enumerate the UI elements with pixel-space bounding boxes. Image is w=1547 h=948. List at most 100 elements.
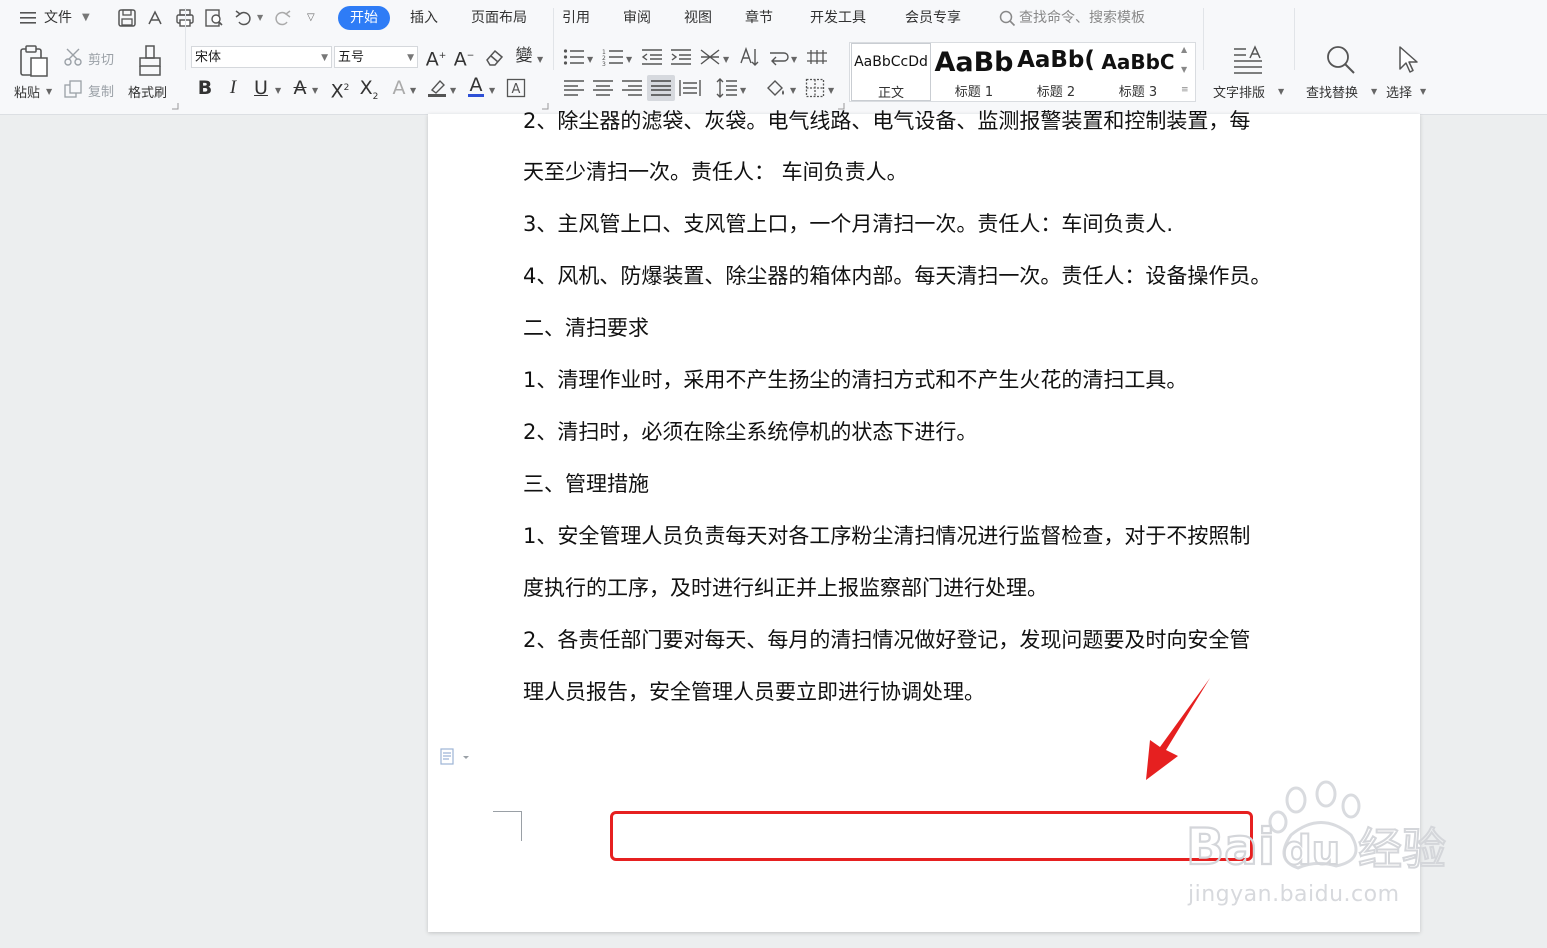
tab-developer-tools[interactable]: 开发工具 — [810, 0, 866, 36]
doc-line[interactable]: 度执行的工序，及时进行纠正并上报监察部门进行处理。 — [523, 575, 1048, 601]
superscript-icon[interactable]: X2 — [328, 77, 352, 102]
strikethrough-dropdown-icon[interactable]: ▼ — [312, 86, 318, 95]
styles-expand-icon[interactable]: ≡ — [1181, 85, 1189, 95]
text-effect-dropdown-icon[interactable]: ▼ — [410, 86, 416, 95]
font-color-dropdown-icon[interactable]: ▼ — [489, 86, 495, 95]
styles-scroll-down-icon[interactable]: ▼ — [1181, 65, 1187, 74]
save-icon[interactable] — [117, 8, 137, 28]
underline-dropdown-icon[interactable]: ▼ — [275, 86, 281, 95]
highlight-dropdown-icon[interactable]: ▼ — [450, 86, 456, 95]
font-color-icon[interactable]: A — [465, 74, 487, 96]
clipboard-launcher-icon[interactable] — [172, 103, 179, 110]
output-pdf-icon[interactable] — [145, 8, 165, 28]
command-search-input[interactable]: 查找命令、搜索模板 — [1019, 0, 1145, 36]
doc-line[interactable]: 1、安全管理人员负责每天对各工序粉尘清扫情况进行监督检查，对于不按照制 — [523, 523, 1250, 549]
decrease-indent-icon[interactable] — [641, 48, 663, 66]
select-cursor-icon[interactable] — [1397, 45, 1419, 75]
tab-view[interactable]: 视图 — [684, 0, 712, 36]
shading-dropdown-icon[interactable]: ▼ — [790, 86, 796, 95]
tab-chapter[interactable]: 章节 — [745, 0, 773, 36]
select-dropdown-icon[interactable]: ▼ — [1420, 87, 1426, 96]
shading-icon[interactable] — [765, 78, 787, 98]
text-layout-label[interactable]: 文字排版 — [1213, 82, 1265, 101]
style-normal[interactable]: AaBbCcDd 正文 — [851, 43, 931, 101]
line-spacing-icon[interactable] — [716, 77, 738, 99]
table-tools-icon[interactable] — [806, 48, 828, 66]
paragraph-mark-dropdown-icon[interactable]: ▼ — [791, 55, 797, 64]
strikethrough-icon[interactable]: A — [289, 77, 311, 99]
paste-icon[interactable] — [18, 44, 50, 78]
decrease-font-size-icon[interactable]: A− — [453, 45, 475, 70]
find-replace-dropdown-icon[interactable]: ▼ — [1371, 87, 1377, 96]
copy-label[interactable]: 复制 — [88, 81, 114, 100]
hamburger-menu-icon[interactable] — [20, 11, 36, 25]
file-menu-chevron-icon[interactable]: ▼ — [82, 0, 90, 36]
tab-home[interactable]: 开始 — [338, 6, 390, 30]
doc-line[interactable]: 天至少清扫一次。责任人： 车间负责人。 — [523, 159, 908, 185]
find-replace-label[interactable]: 查找替换 — [1306, 82, 1358, 101]
doc-line[interactable]: 2、各责任部门要对每天、每月的清扫情况做好登记，发现问题要及时向安全管 — [523, 627, 1250, 653]
phonetic-dropdown-icon[interactable]: ▼ — [537, 55, 543, 64]
doc-line[interactable]: 2、清扫时，必须在除尘系统停机的状态下进行。 — [523, 419, 977, 445]
numbered-list-dropdown-icon[interactable]: ▼ — [626, 55, 632, 64]
style-heading-3[interactable]: AaBbC 标题 3 — [1098, 43, 1178, 101]
paste-label[interactable]: 粘贴 — [14, 82, 40, 101]
underline-icon[interactable]: U — [251, 77, 271, 99]
doc-line[interactable]: 4、风机、防爆装置、除尘器的箱体内部。每天清扫一次。责任人：设备操作员。 — [523, 263, 1271, 289]
chinese-layout-icon[interactable] — [699, 47, 721, 67]
bullet-list-dropdown-icon[interactable]: ▼ — [587, 55, 593, 64]
paste-dropdown-icon[interactable]: ▼ — [46, 87, 52, 96]
paragraph-mark-toggle-icon[interactable] — [767, 47, 789, 67]
text-layout-icon[interactable] — [1232, 45, 1264, 75]
highlight-icon[interactable] — [426, 78, 448, 98]
doc-line[interactable]: 2、除尘器的滤袋、灰袋。电气线路、电气设备、监测报警装置和控制装置，每 — [523, 108, 1250, 134]
tab-review[interactable]: 审阅 — [623, 0, 651, 36]
font-size-select[interactable]: 五号 ▼ — [334, 46, 418, 68]
tab-insert[interactable]: 插入 — [410, 0, 438, 36]
cut-label[interactable]: 剪切 — [88, 49, 114, 68]
doc-line[interactable]: 1、清理作业时，采用不产生扬尘的清扫方式和不产生火花的清扫工具。 — [523, 367, 1187, 393]
format-painter-label[interactable]: 格式刷 — [128, 82, 167, 101]
bullet-list-icon[interactable] — [563, 48, 585, 66]
text-effect-icon[interactable]: A — [388, 77, 410, 99]
align-right-icon[interactable] — [621, 79, 643, 97]
file-menu-label[interactable]: 文件 — [44, 0, 72, 36]
tab-references[interactable]: 引用 — [562, 0, 590, 36]
line-spacing-dropdown-icon[interactable]: ▼ — [740, 86, 746, 95]
doc-line[interactable]: 3、主风管上口、支风管上口，一个月清扫一次。责任人：车间负责人. — [523, 211, 1173, 237]
format-painter-icon[interactable] — [137, 44, 163, 78]
customize-toolbar-icon[interactable]: ▽ — [307, 0, 315, 36]
paragraph-layout-icon[interactable] — [440, 748, 474, 770]
character-border-icon[interactable]: A — [506, 78, 526, 98]
align-left-icon[interactable] — [563, 79, 585, 97]
sort-icon[interactable] — [738, 47, 760, 67]
tab-page-layout[interactable]: 页面布局 — [471, 0, 527, 36]
undo-icon[interactable] — [234, 8, 254, 28]
italic-icon[interactable]: I — [223, 77, 243, 99]
doc-heading[interactable]: 三、管理措施 — [523, 471, 649, 497]
undo-dropdown-icon[interactable]: ▼ — [257, 0, 263, 36]
style-heading-1[interactable]: AaBb 标题 1 — [934, 43, 1014, 101]
borders-icon[interactable] — [805, 78, 825, 98]
font-name-chevron-icon[interactable]: ▼ — [321, 47, 328, 69]
chinese-layout-dropdown-icon[interactable]: ▼ — [723, 55, 729, 64]
align-center-icon[interactable] — [592, 79, 614, 97]
print-preview-icon[interactable] — [204, 8, 224, 28]
cut-icon[interactable] — [64, 48, 84, 66]
increase-indent-icon[interactable] — [670, 48, 692, 66]
doc-line[interactable]: 理人员报告，安全管理人员要立即进行协调处理。 — [523, 679, 985, 705]
styles-scroll-up-icon[interactable]: ▲ — [1181, 45, 1187, 54]
font-name-select[interactable]: 宋体 ▼ — [191, 46, 332, 68]
phonetic-guide-icon[interactable]: 變 — [512, 45, 536, 67]
clear-formatting-icon[interactable] — [484, 47, 506, 67]
justify-button[interactable] — [647, 75, 675, 101]
tab-member-exclusive[interactable]: 会员专享 — [905, 0, 961, 36]
style-heading-2[interactable]: AaBb( 标题 2 — [1016, 43, 1096, 101]
doc-heading[interactable]: 二、清扫要求 — [523, 315, 649, 341]
redo-icon[interactable] — [272, 8, 292, 28]
text-layout-dropdown-icon[interactable]: ▼ — [1278, 87, 1284, 96]
bold-icon[interactable]: B — [195, 77, 215, 99]
copy-icon[interactable] — [64, 80, 84, 98]
select-label[interactable]: 选择 — [1386, 82, 1412, 101]
subscript-icon[interactable]: X2 — [357, 77, 381, 108]
